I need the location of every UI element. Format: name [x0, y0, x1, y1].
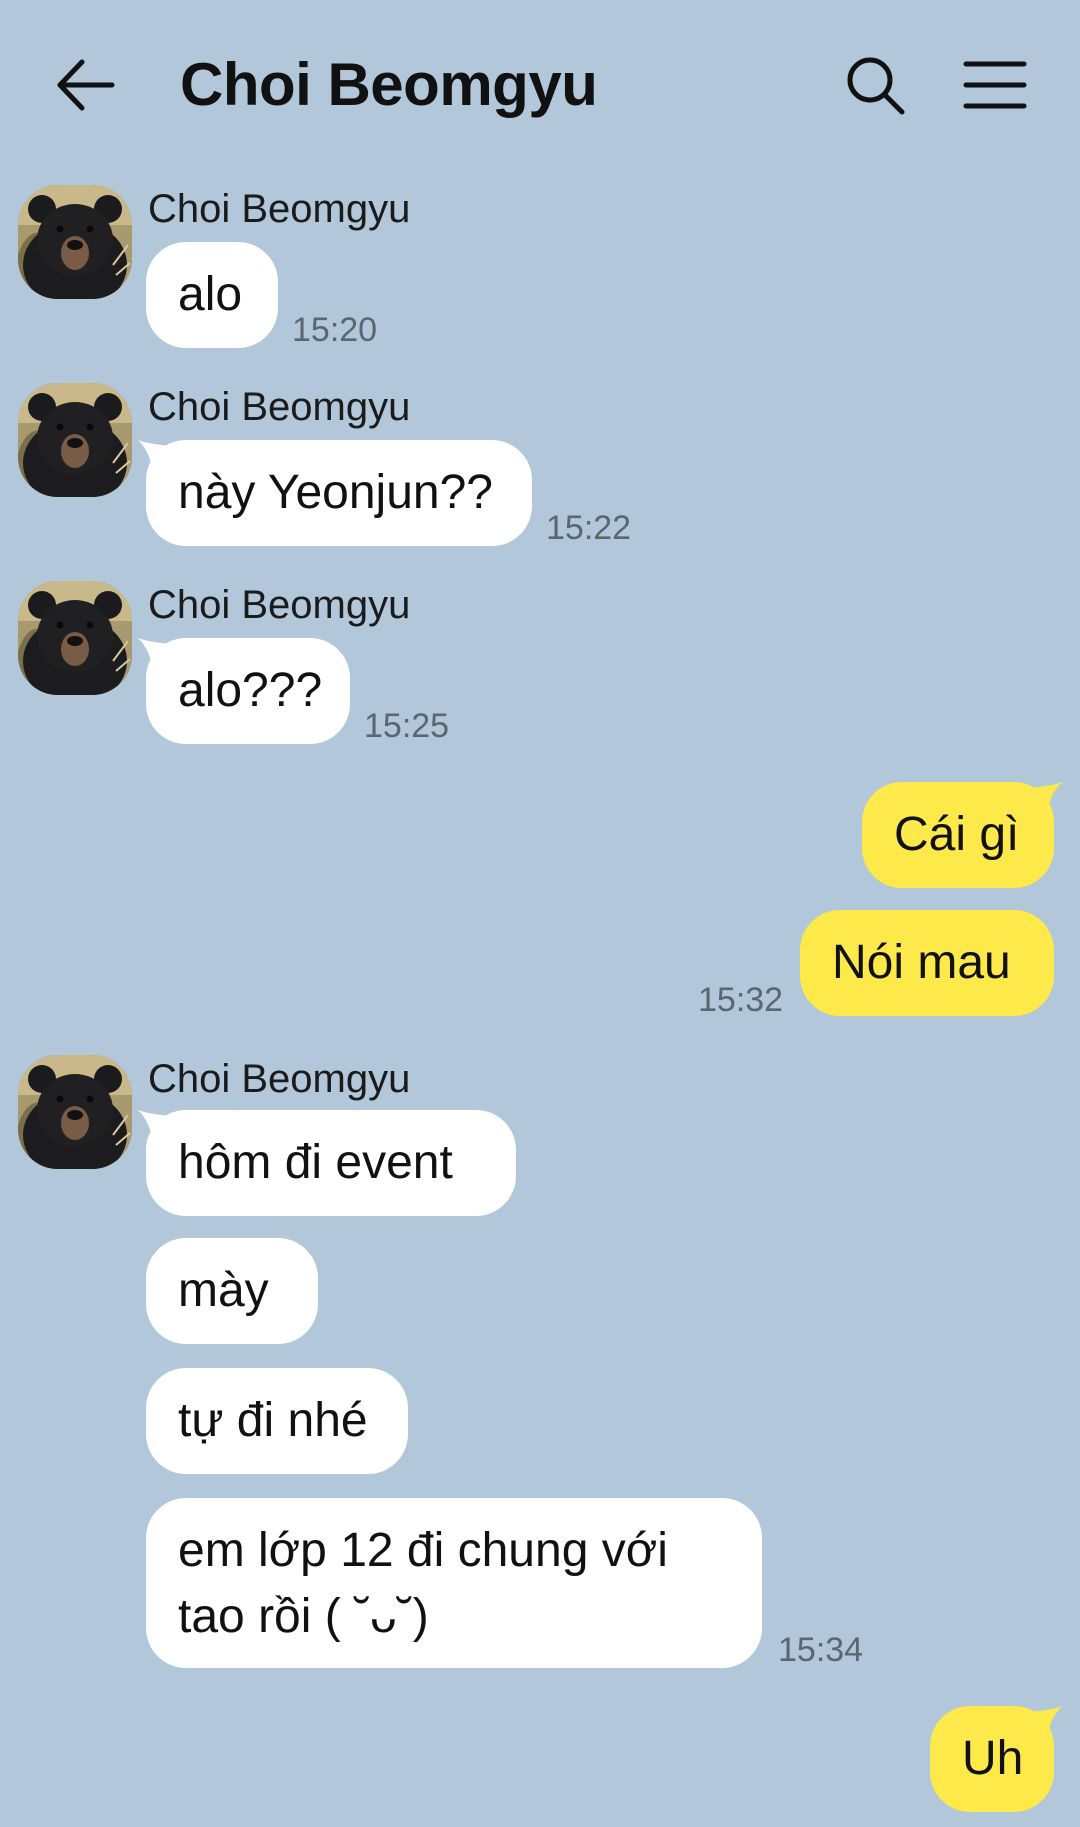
bubble-tail — [1028, 1706, 1062, 1740]
sender-name: Choi Beomgyu — [148, 385, 411, 429]
message-text: alo — [178, 268, 243, 321]
message-text: alo??? — [178, 664, 323, 717]
bear-avatar — [18, 581, 132, 695]
message-bubble[interactable]: mày — [146, 1238, 318, 1344]
message-time: 15:32 — [698, 981, 784, 1019]
bubble-tail — [138, 1110, 172, 1144]
my-message-bubble[interactable]: Uh — [930, 1706, 1054, 1812]
message-time: 15:34 — [778, 1631, 864, 1669]
search-icon — [847, 57, 905, 115]
back-button[interactable] — [50, 50, 130, 120]
message-bubble[interactable]: tự đi nhé — [146, 1368, 408, 1474]
message-bubble[interactable]: alo??? — [146, 638, 350, 744]
sender-name: Choi Beomgyu — [148, 187, 411, 231]
sender-name: Choi Beomgyu — [148, 583, 411, 627]
my-message-bubble[interactable]: Nói mau — [800, 910, 1054, 1016]
message-text: Nói mau — [832, 936, 1011, 989]
message-text: này Yeonjun?? — [178, 466, 493, 519]
chat-header: Choi Beomgyu — [0, 0, 1080, 170]
message-time: 15:25 — [364, 707, 450, 745]
bubble-tail — [138, 638, 172, 672]
menu-button[interactable] — [960, 50, 1030, 120]
message-text: mày — [178, 1264, 269, 1317]
my-message-bubble[interactable]: Cái gì — [862, 782, 1054, 888]
bear-avatar — [18, 185, 132, 299]
message-text: tự đi nhé — [178, 1394, 368, 1447]
menu-icon — [963, 61, 1027, 109]
bear-avatar — [18, 383, 132, 497]
search-button[interactable] — [840, 50, 910, 120]
sender-name: Choi Beomgyu — [148, 1057, 411, 1101]
bubble-tail — [138, 440, 172, 474]
avatar[interactable] — [18, 1055, 132, 1169]
chat-title: Choi Beomgyu — [180, 51, 598, 118]
bear-avatar — [18, 1055, 132, 1169]
message-bubble[interactable]: em lớp 12 đi chung với tao rồi ( ˘ᴗ˘) — [146, 1498, 762, 1668]
message-bubble[interactable]: này Yeonjun?? — [146, 440, 532, 546]
message-bubble[interactable]: hôm đi event — [146, 1110, 516, 1216]
avatar[interactable] — [18, 581, 132, 695]
message-text: hôm đi event — [178, 1136, 453, 1189]
avatar[interactable] — [18, 185, 132, 299]
message-text: Uh — [962, 1732, 1024, 1785]
avatar[interactable] — [18, 383, 132, 497]
bubble-tail — [1028, 782, 1062, 816]
message-time: 15:20 — [292, 311, 378, 349]
message-time: 15:22 — [546, 509, 632, 547]
arrow-left-icon — [57, 59, 115, 111]
message-text: Cái gì — [894, 808, 1020, 861]
message-text: em lớp 12 đi chung với tao rồi ( ˘ᴗ˘) — [178, 1524, 668, 1643]
message-bubble[interactable]: alo — [146, 242, 278, 348]
